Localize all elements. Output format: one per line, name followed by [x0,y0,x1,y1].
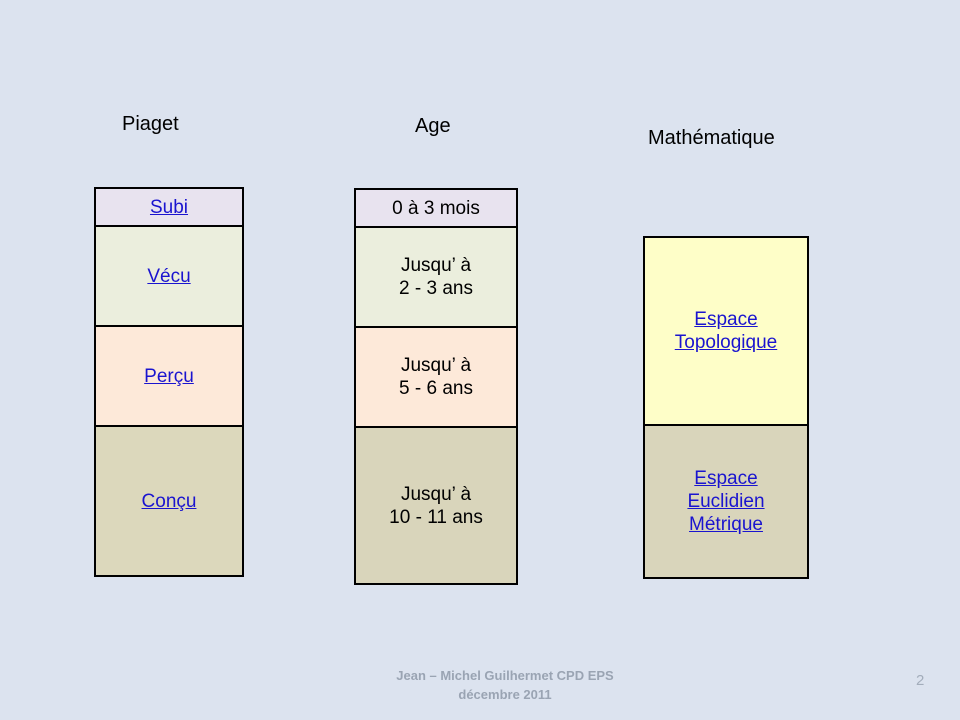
table-piaget: Subi Vécu Perçu Conçu [94,187,244,577]
table-row: 0 à 3 mois [356,190,516,226]
cell-label-age-2-3-ans: Jusqu’ à 2 - 3 ans [399,255,473,299]
cell-label-espace-euclidien-metrique: Espace Euclidien Métrique [687,468,765,535]
cell-label-age-10-11-ans: Jusqu’ à 10 - 11 ans [389,483,483,528]
table-row: Jusqu’ à 10 - 11 ans [356,426,516,583]
table-row[interactable]: Conçu [96,425,242,575]
table-row[interactable]: Subi [96,189,242,225]
page-number: 2 [916,672,925,689]
table-row[interactable]: Perçu [96,325,242,425]
table-age: 0 à 3 mois Jusqu’ à 2 - 3 ans Jusqu’ à 5… [354,188,518,585]
cell-label-concu: Conçu [141,490,197,512]
cell-label-espace-topologique: Espace Topologique [674,309,778,353]
table-row: Jusqu’ à 5 - 6 ans [356,326,516,426]
table-row: Jusqu’ à 2 - 3 ans [356,226,516,326]
table-row[interactable]: Vécu [96,225,242,325]
cell-label-percu: Perçu [144,365,194,387]
column-heading-age: Age [415,115,451,137]
cell-label-vecu: Vécu [147,265,191,287]
cell-label-subi: Subi [149,196,189,218]
column-heading-piaget: Piaget [122,113,179,135]
table-row[interactable]: Espace Topologique [645,238,807,424]
table-row[interactable]: Espace Euclidien Métrique [645,424,807,577]
cell-label-age-5-6-ans: Jusqu’ à 5 - 6 ans [399,355,473,399]
slide-canvas: Piaget Age Mathématique Subi Vécu Perçu … [0,0,960,720]
table-mathematique: Espace Topologique Espace Euclidien Métr… [643,236,809,579]
cell-label-age-0-3-mois: 0 à 3 mois [392,197,480,219]
slide-footer: Jean – Michel Guilhermet CPD EPS décembr… [396,668,614,702]
column-heading-mathematique: Mathématique [648,127,775,149]
